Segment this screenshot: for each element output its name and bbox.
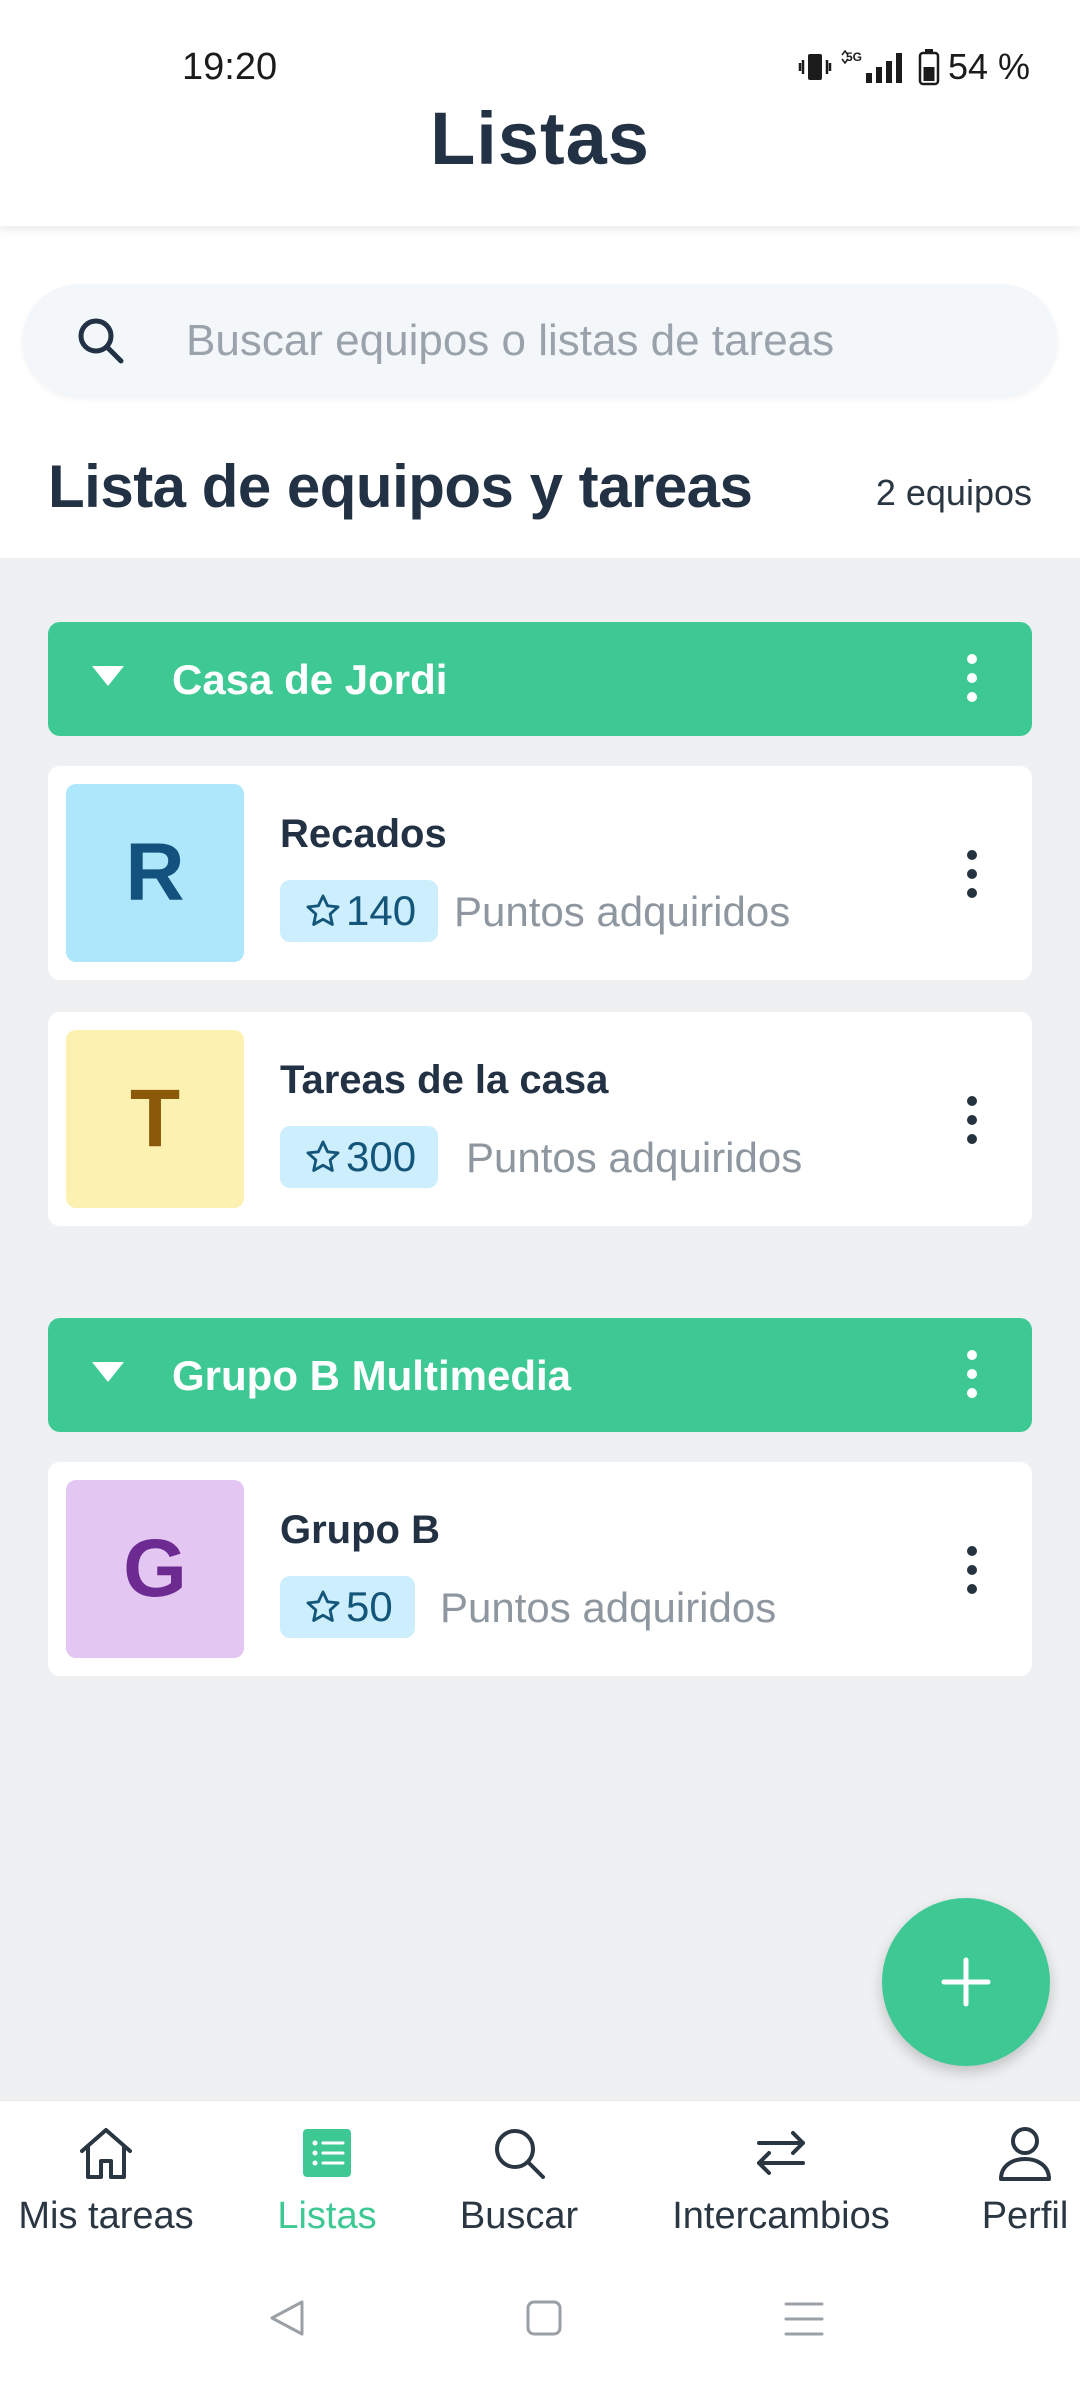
- points-badge: 50: [280, 1576, 415, 1638]
- swap-icon: [757, 2131, 805, 2175]
- caret-down-icon[interactable]: [92, 1362, 124, 1382]
- list-item[interactable]: R Recados 140 Puntos adquiridos: [48, 766, 1032, 980]
- more-options-icon[interactable]: [952, 1090, 992, 1150]
- group-header[interactable]: Casa de Jordi: [48, 622, 1032, 736]
- add-button[interactable]: [882, 1898, 1050, 2066]
- points-value: 50: [346, 1583, 393, 1630]
- back-icon[interactable]: [266, 2298, 310, 2338]
- nav-item-listas[interactable]: Listas: [262, 2121, 392, 2238]
- list-name: Tareas de la casa: [280, 1058, 609, 1102]
- list-name: Recados: [280, 812, 447, 856]
- more-options-icon[interactable]: [952, 1344, 992, 1404]
- status-time: 19:20: [182, 46, 278, 88]
- list-item[interactable]: T Tareas de la casa 300 Puntos adquirido…: [48, 1012, 1032, 1226]
- person-icon: [999, 2127, 1051, 2181]
- caret-down-icon[interactable]: [92, 666, 124, 686]
- home-button-icon[interactable]: [524, 2298, 564, 2338]
- nav-label: Mis tareas: [18, 2195, 194, 2237]
- home-icon: [80, 2128, 132, 2179]
- nav-item-perfil[interactable]: Perfil: [972, 2121, 1078, 2238]
- search-input[interactable]: [186, 310, 906, 372]
- list-name: Grupo B: [280, 1508, 440, 1552]
- bottom-navigation: Mis tareas Listas Buscar Intercambios Pe…: [0, 2100, 1080, 2250]
- system-navigation: [0, 2250, 1080, 2400]
- group-name: Casa de Jordi: [172, 656, 448, 703]
- nav-label: Listas: [277, 2195, 377, 2237]
- list-item[interactable]: G Grupo B 50 Puntos adquiridos: [48, 1462, 1032, 1676]
- star-icon: [306, 894, 340, 926]
- team-count: 2 equipos: [875, 472, 1032, 513]
- network-type: 5G: [846, 50, 862, 64]
- list-icon: [303, 2129, 351, 2177]
- signal-icon: 5G: [841, 49, 902, 83]
- more-options-icon[interactable]: [952, 1540, 992, 1600]
- search-icon: [78, 318, 124, 364]
- avatar-initial: T: [129, 1073, 181, 1164]
- battery-icon: [918, 49, 940, 86]
- points-badge: 300: [280, 1126, 439, 1188]
- points-value: 140: [346, 887, 417, 934]
- nav-item-mis-tareas[interactable]: Mis tareas: [6, 2121, 206, 2238]
- avatar: T: [66, 1030, 244, 1208]
- nav-item-buscar[interactable]: Buscar: [446, 2121, 592, 2238]
- vibrate-icon: [798, 54, 832, 80]
- battery-level: 54 %: [947, 46, 1030, 87]
- points-label: Puntos adquiridos: [440, 1584, 777, 1631]
- avatar-initial: R: [125, 827, 185, 918]
- avatar: G: [66, 1480, 244, 1658]
- search-icon: [495, 2129, 545, 2179]
- nav-label: Perfil: [981, 2195, 1069, 2237]
- recents-icon[interactable]: [782, 2300, 826, 2338]
- nav-label: Intercambios: [672, 2195, 890, 2237]
- avatar: R: [66, 784, 244, 962]
- section-title: Lista de equipos y tareas: [48, 453, 753, 520]
- points-value: 300: [346, 1133, 417, 1180]
- plus-icon: [941, 1957, 991, 2007]
- group-header[interactable]: Grupo B Multimedia: [48, 1318, 1032, 1432]
- points-badge: 140: [280, 880, 439, 942]
- avatar-initial: G: [123, 1523, 187, 1614]
- points-label: Puntos adquiridos: [454, 888, 791, 935]
- status-icons: 5G 54 %: [798, 46, 1030, 88]
- star-icon: [306, 1590, 340, 1622]
- page-title: Listas: [430, 97, 650, 180]
- more-options-icon[interactable]: [952, 844, 992, 904]
- star-icon: [306, 1140, 340, 1172]
- group-name: Grupo B Multimedia: [172, 1352, 571, 1399]
- nav-item-intercambios[interactable]: Intercambios: [650, 2121, 912, 2238]
- nav-label: Buscar: [459, 2195, 579, 2237]
- team-list: Casa de Jordi R Recados 140 Puntos adqui…: [0, 558, 1080, 2100]
- search-bar[interactable]: [22, 284, 1058, 398]
- points-label: Puntos adquiridos: [466, 1134, 803, 1181]
- more-options-icon[interactable]: [952, 648, 992, 708]
- status-bar: 19:20 5G 54 %: [0, 0, 1080, 100]
